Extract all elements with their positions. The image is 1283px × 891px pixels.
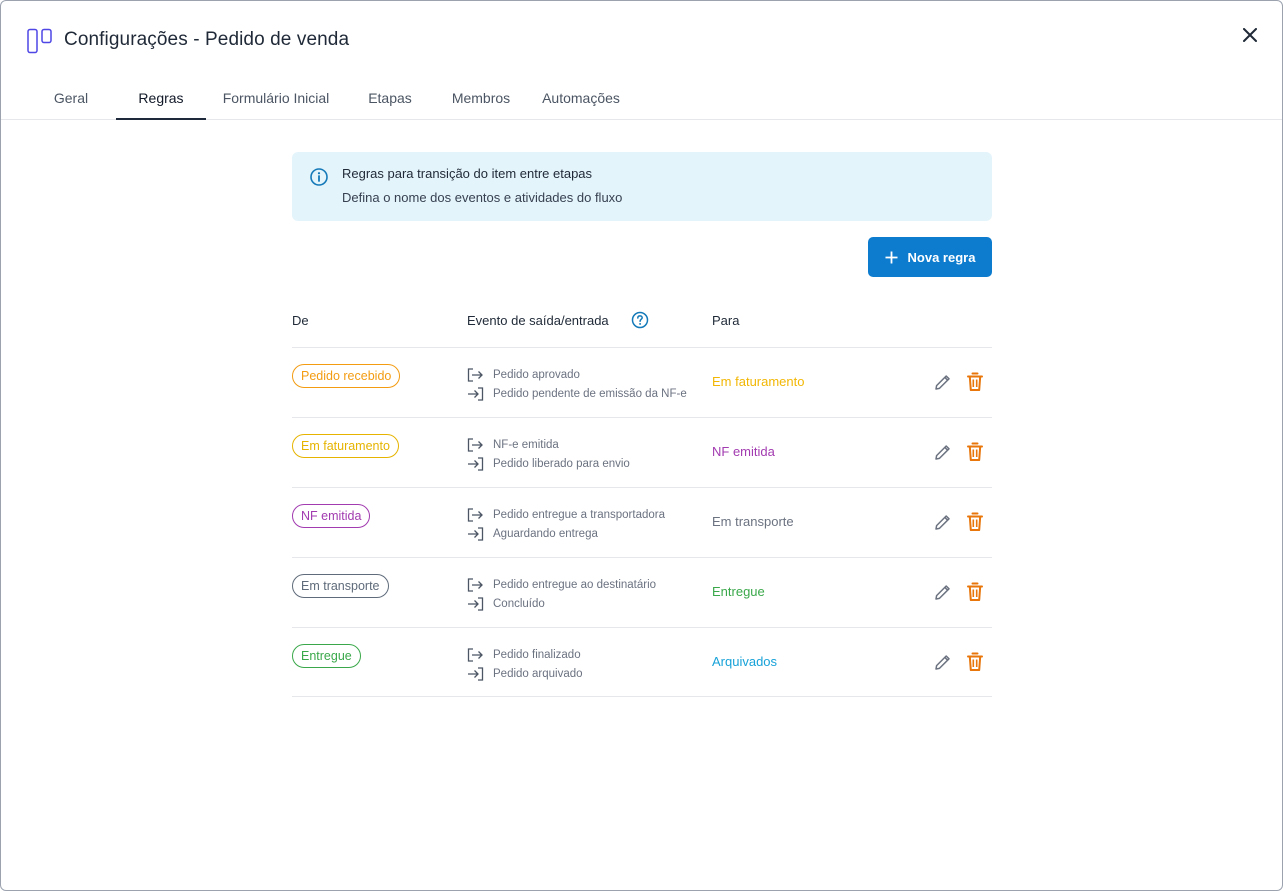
entry-event: Pedido arquivado	[467, 664, 583, 683]
exit-event: NF-e emitida	[467, 435, 630, 454]
exit-event: Pedido entregue ao destinatário	[467, 575, 656, 594]
trash-icon	[967, 652, 983, 671]
entry-event-label: Concluído	[493, 597, 545, 610]
pencil-icon	[935, 585, 950, 600]
delete-rule-button[interactable]	[966, 442, 984, 462]
exit-arrow-icon	[467, 507, 483, 522]
exit-arrow-icon	[467, 367, 483, 382]
from-stage-badge: Em transporte	[292, 574, 389, 598]
exit-arrow-icon	[467, 437, 483, 452]
entry-event-label: Pedido arquivado	[493, 667, 583, 680]
trash-icon	[967, 512, 983, 531]
tab-automacoes[interactable]: Automações	[537, 77, 625, 119]
exit-event-label: Pedido entregue ao destinatário	[493, 578, 657, 591]
rule-events: Pedido aprovado Pedido pendente de emissã…	[467, 365, 687, 403]
tab-etapas[interactable]: Etapas	[363, 77, 417, 119]
exit-event: Pedido finalizado	[467, 645, 583, 664]
info-subtitle: Defina o nome dos eventos e atividades d…	[342, 190, 623, 205]
delete-rule-button[interactable]	[966, 372, 984, 392]
to-stage-label: Arquivados	[712, 654, 778, 669]
delete-rule-button[interactable]	[966, 512, 984, 532]
info-title: Regras para transição do item entre etap…	[342, 166, 593, 181]
from-stage-badge: Em faturamento	[292, 434, 399, 458]
close-icon	[1243, 28, 1257, 42]
exit-arrow-icon	[467, 577, 483, 592]
exit-event: Pedido aprovado	[467, 365, 687, 384]
exit-event-label: NF-e emitida	[493, 438, 559, 451]
help-icon[interactable]	[631, 311, 649, 329]
entry-event-label: Pedido pendente de emissão da NF-e	[493, 387, 687, 400]
entry-event: Aguardando entrega	[467, 524, 665, 543]
exit-event-label: Pedido finalizado	[493, 648, 581, 661]
edit-rule-button[interactable]	[933, 442, 953, 462]
to-stage-label: Entregue	[712, 584, 765, 599]
pencil-icon	[935, 655, 950, 670]
entry-arrow-icon	[468, 386, 484, 401]
exit-event-label: Pedido entregue a transportadora	[493, 508, 665, 521]
rule-events: Pedido entregue ao destinatário Concluído	[467, 575, 656, 613]
entry-event-label: Pedido liberado para envio	[493, 457, 630, 470]
edit-rule-button[interactable]	[933, 582, 953, 602]
exit-event: Pedido entregue a transportadora	[467, 505, 665, 524]
trash-icon	[967, 582, 983, 601]
tab-geral[interactable]: Geral	[49, 77, 93, 119]
edit-rule-button[interactable]	[933, 512, 953, 532]
delete-rule-button[interactable]	[966, 582, 984, 602]
new-rule-label: Nova regra	[907, 249, 976, 265]
from-stage-badge: Entregue	[292, 644, 361, 668]
entry-event: Concluído	[467, 594, 656, 613]
rules-table: Pedido recebido Pedido aprovado Pedido pen…	[292, 347, 992, 697]
edit-rule-button[interactable]	[933, 652, 953, 672]
entry-event-label: Aguardando entrega	[493, 527, 598, 540]
tab-bar: Geral Regras Formulário Inicial Etapas M…	[1, 77, 1282, 120]
exit-event-label: Pedido aprovado	[493, 368, 580, 381]
dialog-header: Configurações - Pedido de venda	[1, 1, 1282, 81]
settings-dialog: Configurações - Pedido de venda Geral Re…	[0, 0, 1283, 891]
pencil-icon	[935, 445, 950, 460]
exit-arrow-icon	[467, 647, 483, 662]
column-header-event: Evento de saída/entrada	[467, 313, 609, 328]
kanban-icon	[27, 28, 52, 54]
new-rule-button[interactable]: Nova regra	[868, 237, 992, 277]
to-stage-label: NF emitida	[712, 444, 775, 459]
from-stage-badge: NF emitida	[292, 504, 371, 528]
column-header-from: De	[292, 313, 309, 328]
edit-rule-button[interactable]	[933, 372, 953, 392]
info-banner: Regras para transição do item entre etap…	[292, 152, 992, 221]
rule-events: Pedido entregue a transportadora Aguardan…	[467, 505, 665, 543]
table-row: NF emitida Pedido entregue a transportado…	[292, 487, 992, 557]
table-row: Entregue Pedido finalizado Pedido arquivad…	[292, 627, 992, 697]
pencil-icon	[935, 515, 950, 530]
table-row: Em transporte Pedido entregue ao destinat…	[292, 557, 992, 627]
to-stage-label: Em faturamento	[712, 374, 805, 389]
table-row: Pedido recebido Pedido aprovado Pedido pen…	[292, 347, 992, 417]
to-stage-label: Em transporte	[712, 514, 794, 529]
info-icon	[310, 168, 328, 186]
entry-arrow-icon	[468, 456, 484, 471]
rule-events: Pedido finalizado Pedido arquivado	[467, 645, 583, 683]
entry-event: Pedido liberado para envio	[467, 454, 630, 473]
entry-arrow-icon	[468, 666, 484, 681]
entry-arrow-icon	[468, 596, 484, 611]
trash-icon	[967, 442, 983, 461]
column-header-to: Para	[712, 313, 740, 328]
rule-events: NF-e emitida Pedido liberado para envio	[467, 435, 630, 473]
plus-icon	[885, 251, 898, 263]
entry-arrow-icon	[468, 526, 484, 541]
pencil-icon	[935, 375, 950, 390]
delete-rule-button[interactable]	[966, 652, 984, 672]
close-button[interactable]	[1238, 23, 1262, 47]
trash-icon	[967, 372, 983, 391]
entry-event: Pedido pendente de emissão da NF-e	[467, 384, 687, 403]
from-stage-badge: Pedido recebido	[292, 364, 401, 388]
tab-regras[interactable]: Regras	[116, 77, 206, 120]
tab-formulario-inicial[interactable]: Formulário Inicial	[217, 77, 335, 119]
dialog-title: Configurações - Pedido de venda	[64, 29, 350, 50]
tab-membros[interactable]: Membros	[447, 77, 515, 119]
table-row: Em faturamento NF-e emitida Pedido liberad…	[292, 417, 992, 487]
